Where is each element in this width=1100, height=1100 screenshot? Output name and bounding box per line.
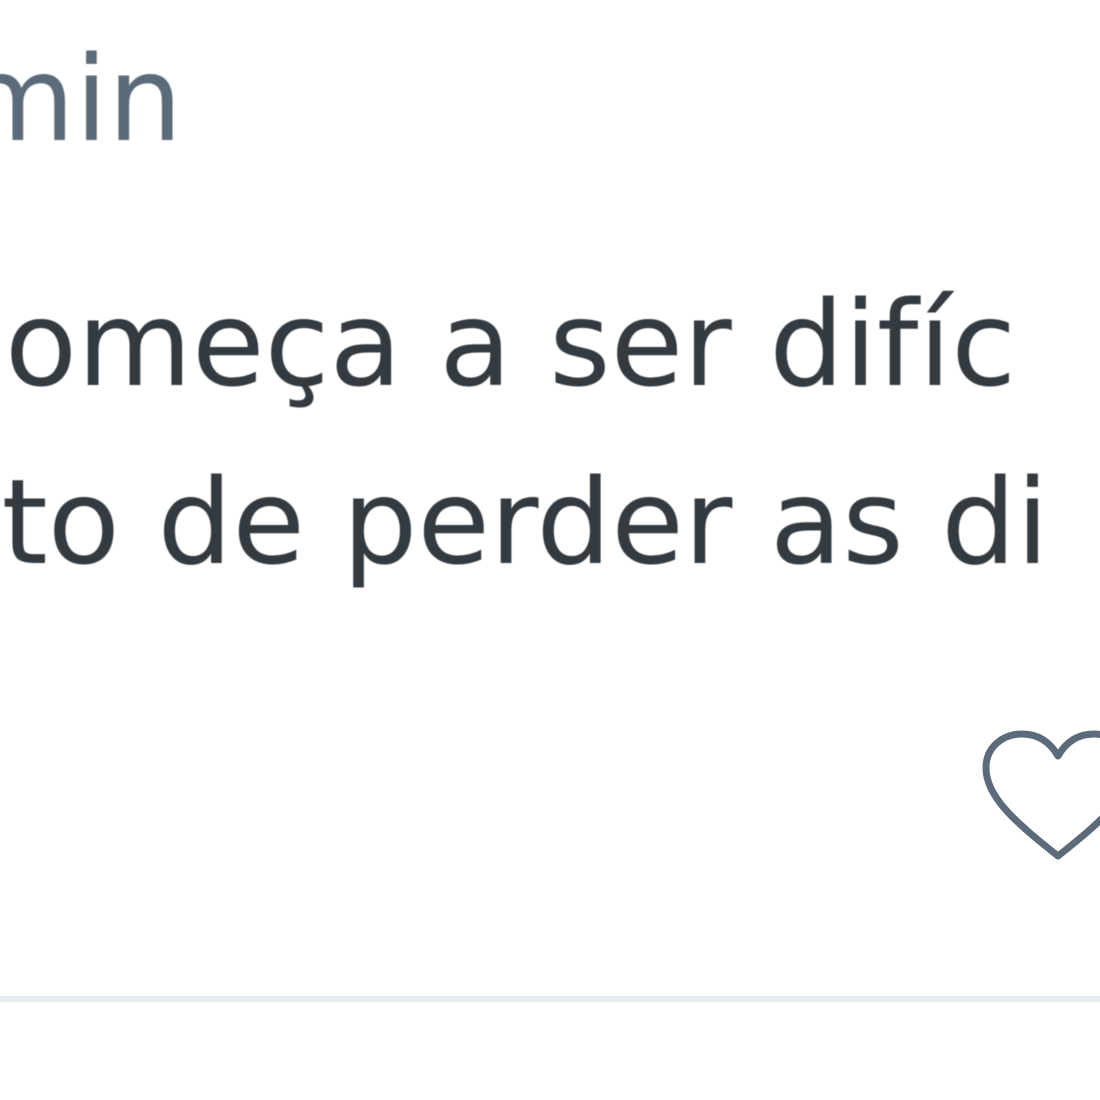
divider (0, 996, 1100, 1002)
post-body-line: sto de perder as di (0, 453, 1049, 591)
like-button[interactable] (978, 728, 1100, 868)
heart-outline-icon (982, 730, 1100, 860)
post-body: começa a ser difíc sto de perder as di (0, 255, 1049, 611)
post-timestamp[interactable]: min (0, 40, 183, 158)
post-body-line: começa a ser difíc (0, 275, 1017, 413)
post-card: min começa a ser difíc sto de perder as … (0, 0, 1100, 1100)
